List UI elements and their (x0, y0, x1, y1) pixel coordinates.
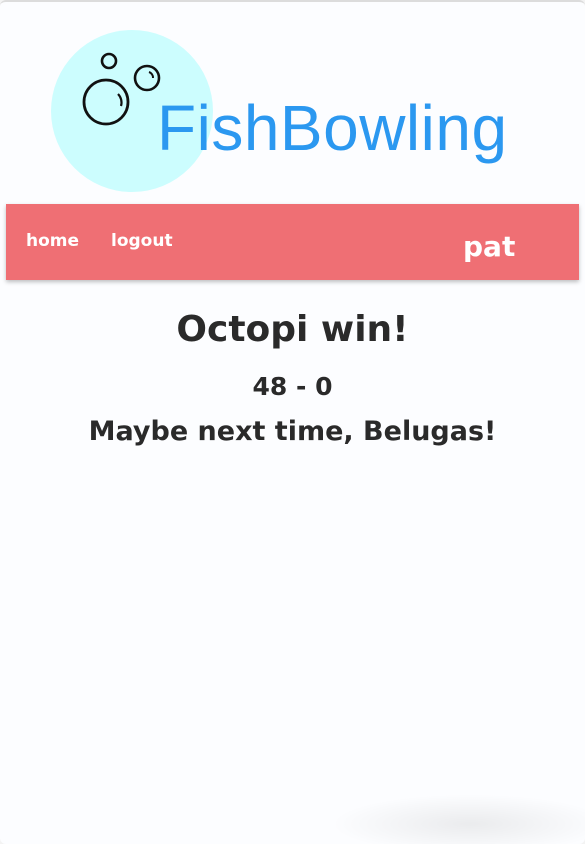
result-message: Maybe next time, Belugas! (88, 416, 497, 447)
result-title: Octopi win! (176, 309, 409, 350)
game-result: Octopi win! 48 - 0 Maybe next time, Belu… (0, 302, 585, 452)
site-header: FishBowling (0, 2, 585, 200)
current-user-name: pat (463, 230, 516, 263)
nav-home-link[interactable]: home (26, 231, 79, 251)
navbar: home logout pat (6, 204, 579, 280)
logo-text[interactable]: FishBowling (157, 88, 508, 168)
nav-logout-link[interactable]: logout (111, 231, 173, 251)
result-score: 48 - 0 (252, 372, 333, 401)
bubbles-icon (82, 52, 161, 126)
bottom-shadow (330, 794, 585, 844)
app-window: FishBowling home logout pat Octopi win! … (0, 0, 585, 844)
